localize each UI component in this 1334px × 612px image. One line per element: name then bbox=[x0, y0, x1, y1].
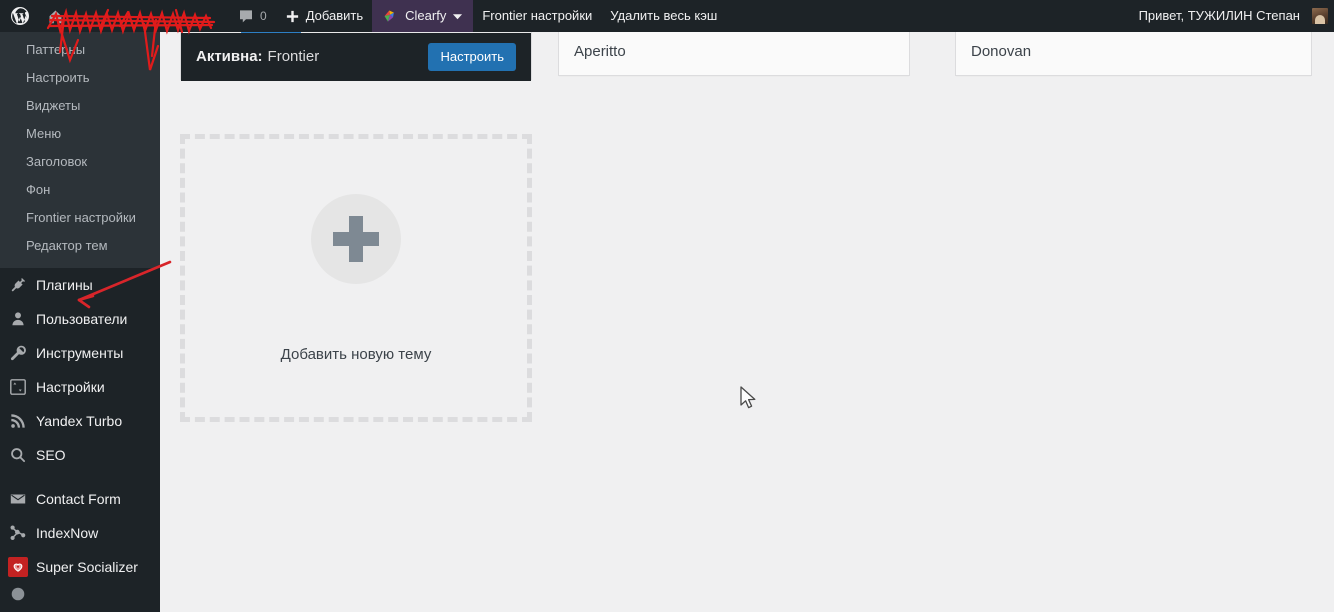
wordpress-logo-icon bbox=[10, 6, 30, 26]
plus-icon bbox=[311, 193, 401, 284]
plus-icon bbox=[285, 9, 300, 24]
wrench-icon bbox=[0, 344, 36, 362]
frontier-settings-link[interactable]: Frontier настройки bbox=[473, 0, 601, 32]
sidebar-item-settings[interactable]: Настройки bbox=[0, 370, 160, 404]
sidebar-item-partial[interactable] bbox=[0, 584, 160, 604]
theme-screenshot bbox=[181, 32, 531, 33]
theme-active-label: Активна: bbox=[196, 48, 263, 65]
theme-name-row: Активна: Frontier Настроить bbox=[181, 33, 531, 81]
sidebar-item-users[interactable]: Пользователи bbox=[0, 302, 160, 336]
account-menu-button[interactable]: Привет, ТУЖИЛИН Степан bbox=[1130, 0, 1334, 32]
sidebar-item-background[interactable]: Фон bbox=[0, 176, 160, 204]
add-new-theme-card[interactable]: Добавить новую тему bbox=[180, 134, 532, 422]
theme-name: Donovan bbox=[956, 32, 1311, 75]
sidebar-item-frontier-settings[interactable]: Frontier настройки bbox=[0, 204, 160, 232]
sidebar-item-header[interactable]: Заголовок bbox=[0, 148, 160, 176]
add-new-theme-button[interactable]: Добавить новую тему bbox=[180, 134, 532, 422]
sidebar-item-theme-editor[interactable]: Редактор тем bbox=[0, 232, 160, 260]
appearance-submenu: Паттерны Настроить Виджеты Меню Заголово… bbox=[0, 32, 160, 268]
comment-bubble-icon bbox=[238, 8, 254, 24]
frontier-settings-label: Frontier настройки bbox=[482, 8, 593, 23]
main-content: Активна: Frontier Настроить Aperitto Don… bbox=[160, 32, 1334, 612]
sidebar-item-yandex-turbo[interactable]: Yandex Turbo bbox=[0, 404, 160, 438]
sliders-icon bbox=[0, 378, 36, 396]
sidebar-item-label: IndexNow bbox=[36, 525, 99, 541]
sidebar-item-contact-form[interactable]: Contact Form bbox=[0, 482, 160, 516]
clear-cache-link[interactable]: Удалить весь кэш bbox=[601, 0, 726, 32]
theme-active-name: Frontier bbox=[267, 48, 320, 65]
sidebar-item-tools[interactable]: Инструменты bbox=[0, 336, 160, 370]
sidebar-item-label: SEO bbox=[36, 447, 66, 463]
sidebar-item-label: Super Socializer bbox=[36, 559, 138, 575]
plug-icon bbox=[0, 276, 36, 294]
sidebar-item-patterns[interactable]: Паттерны bbox=[0, 36, 160, 64]
sidebar-item-seo[interactable]: SEO bbox=[0, 438, 160, 472]
share-nodes-icon bbox=[0, 524, 36, 542]
clearfy-menu-button[interactable]: Clearfy bbox=[372, 0, 474, 32]
search-icon bbox=[0, 446, 36, 464]
add-new-button[interactable]: Добавить bbox=[276, 0, 372, 32]
clearfy-label: Clearfy bbox=[405, 8, 447, 23]
sidebar-item-menus[interactable]: Меню bbox=[0, 120, 160, 148]
admin-bar: 0 Добавить Clearfy Frontier настройки Уд… bbox=[0, 0, 1334, 32]
heart-badge-icon bbox=[0, 557, 36, 577]
customize-button[interactable]: Настроить bbox=[428, 43, 516, 71]
sidebar-item-label: Настройки bbox=[36, 379, 105, 395]
clearfy-logo-icon bbox=[382, 8, 399, 25]
greeting-label: Привет, ТУЖИЛИН Степан bbox=[1138, 8, 1300, 23]
admin-bar-spacer bbox=[726, 0, 1129, 32]
sidebar-item-label: Contact Form bbox=[36, 491, 121, 507]
rss-icon bbox=[0, 412, 36, 430]
site-name-label bbox=[70, 9, 220, 23]
home-icon bbox=[47, 8, 64, 25]
sidebar-item-indexnow[interactable]: IndexNow bbox=[0, 516, 160, 550]
partial-plugin-icon bbox=[0, 585, 36, 603]
avatar bbox=[1312, 8, 1328, 24]
theme-card-donovan[interactable]: Donovan bbox=[955, 32, 1312, 76]
clear-cache-label: Удалить весь кэш bbox=[610, 8, 718, 23]
sidebar-separator bbox=[0, 472, 160, 482]
sidebar-item-label: Плагины bbox=[36, 277, 93, 293]
theme-card-active[interactable]: Активна: Frontier Настроить bbox=[180, 32, 532, 81]
sidebar-item-label: Пользователи bbox=[36, 311, 128, 327]
sidebar-item-customize[interactable]: Настроить bbox=[0, 64, 160, 92]
comments-count: 0 bbox=[260, 9, 267, 23]
wordpress-logo-button[interactable] bbox=[0, 0, 38, 32]
sidebar-item-super-socializer[interactable]: Super Socializer bbox=[0, 550, 160, 584]
theme-card-aperitto[interactable]: Aperitto bbox=[558, 32, 910, 76]
add-new-theme-label: Добавить новую тему bbox=[280, 345, 432, 363]
user-icon bbox=[0, 310, 36, 328]
envelope-icon bbox=[0, 490, 36, 508]
sidebar-item-widgets[interactable]: Виджеты bbox=[0, 92, 160, 120]
comments-button[interactable]: 0 bbox=[229, 0, 276, 32]
add-new-label: Добавить bbox=[305, 8, 364, 23]
theme-name: Aperitto bbox=[559, 32, 909, 75]
sidebar-item-label: Инструменты bbox=[36, 345, 124, 361]
sidebar-item-label: Yandex Turbo bbox=[36, 413, 123, 429]
admin-sidebar: Паттерны Настроить Виджеты Меню Заголово… bbox=[0, 32, 160, 612]
site-name-button[interactable] bbox=[38, 0, 229, 32]
chevron-down-icon bbox=[452, 11, 463, 22]
sidebar-item-plugins[interactable]: Плагины bbox=[0, 268, 160, 302]
